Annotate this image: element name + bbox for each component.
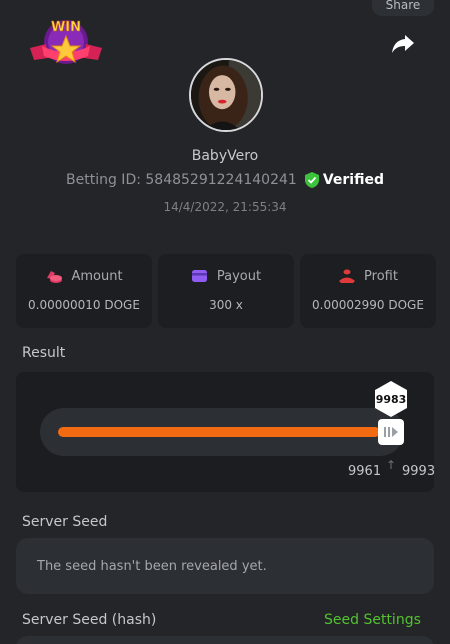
result-range-high: 9993: [402, 464, 436, 479]
server-seed-label: Server Seed: [22, 514, 108, 530]
amount-label: Amount: [71, 268, 123, 284]
slider-grip-icon: [384, 427, 398, 437]
payout-value: 300 x: [209, 298, 243, 312]
share-tab[interactable]: Share: [372, 0, 434, 16]
profit-value: 0.00002990 DOGE: [312, 298, 424, 312]
win-badge-icon: WIN: [28, 16, 104, 72]
bet-details-panel: Share WIN BabyVero Betting ID: 584852912…: [0, 0, 450, 644]
verified-label: Verified: [322, 172, 384, 188]
betting-id-row: Betting ID: 58485291224140241 Verified: [0, 172, 450, 188]
amount-value: 0.00000010 DOGE: [28, 298, 140, 312]
svg-text:WIN: WIN: [51, 20, 81, 35]
coins-icon: [47, 271, 63, 283]
stats-cards: Amount 0.00000010 DOGE Payout 300 x Prof…: [16, 254, 436, 328]
result-value-bubble: 9983: [372, 380, 410, 418]
betting-id: Betting ID: 58485291224140241: [66, 172, 297, 188]
profit-label: Profit: [364, 268, 398, 284]
result-slider-handle[interactable]: [378, 419, 404, 445]
result-slider-fill: [58, 427, 380, 437]
result-label: Result: [22, 345, 66, 361]
amount-card: Amount 0.00000010 DOGE: [16, 254, 152, 328]
bet-timestamp: 14/4/2022, 21:55:34: [163, 200, 287, 214]
shield-check-icon: [304, 172, 319, 188]
avatar: [189, 58, 263, 132]
server-seed-hash-field[interactable]: [16, 636, 434, 644]
card-icon: [191, 270, 207, 282]
payout-card: Payout 300 x: [158, 254, 294, 328]
result-value: 9983: [375, 392, 407, 406]
verified-badge: Verified: [304, 172, 384, 188]
server-seed-placeholder: The seed hasn't been revealed yet.: [37, 558, 267, 574]
username: BabyVero: [191, 148, 259, 164]
seed-settings-link[interactable]: Seed Settings: [324, 612, 421, 628]
payout-label: Payout: [216, 268, 262, 284]
up-arrow-icon: ↑: [386, 458, 397, 472]
profit-card: Profit 0.00002990 DOGE: [300, 254, 436, 328]
server-seed-field[interactable]: The seed hasn't been revealed yet.: [16, 538, 434, 594]
bag-icon: [339, 269, 356, 283]
share-arrow-icon[interactable]: [390, 32, 416, 56]
server-seed-hash-label: Server Seed (hash): [22, 612, 157, 628]
result-range-low: 9961: [348, 464, 382, 479]
